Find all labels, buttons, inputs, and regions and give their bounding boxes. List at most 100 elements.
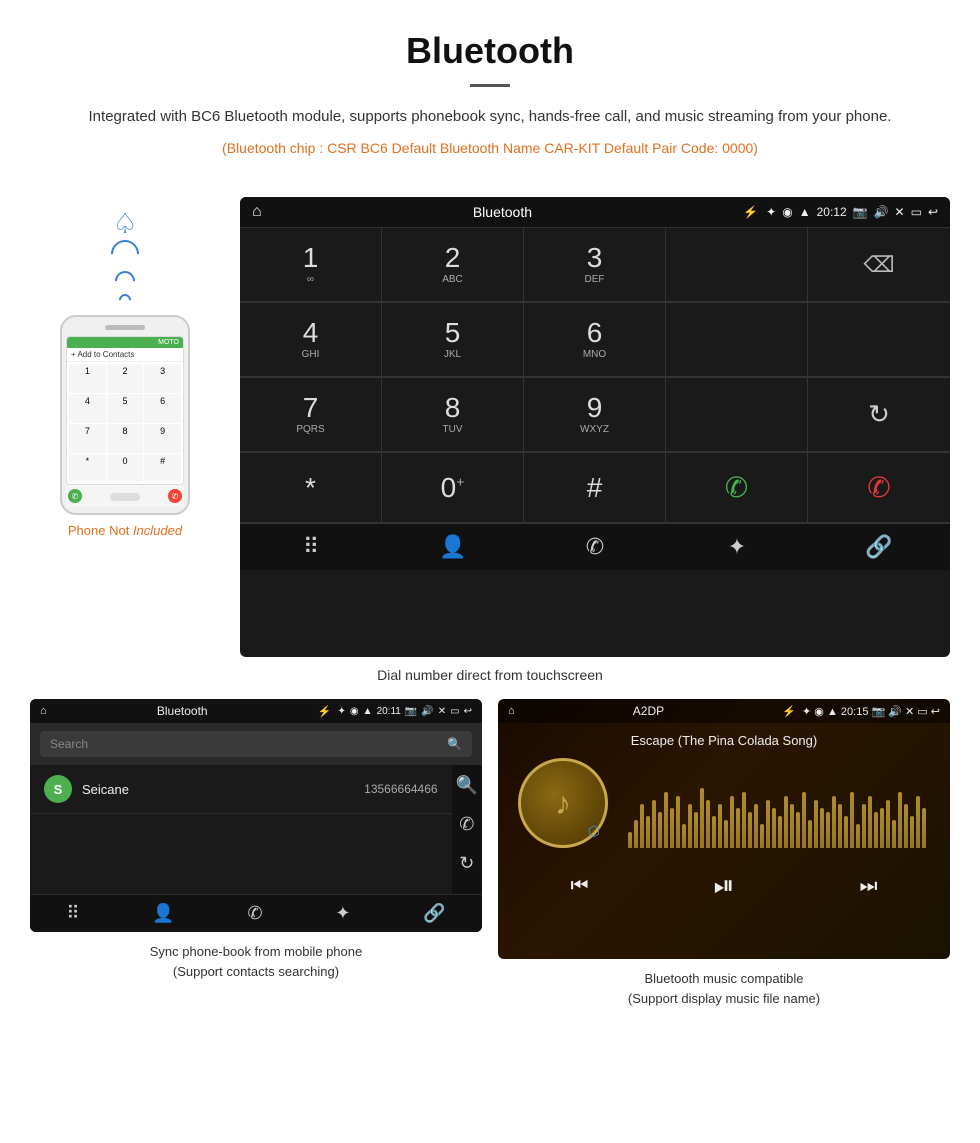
vis-bar xyxy=(844,816,848,848)
phone-key-0[interactable]: 0 xyxy=(107,454,144,483)
phone-key-8[interactable]: 8 xyxy=(107,424,144,453)
ms-home-icon[interactable]: ⌂ xyxy=(508,705,515,717)
phone-home-btn[interactable] xyxy=(110,493,140,501)
phone-key-2[interactable]: 2 xyxy=(107,364,144,393)
pb-nav-grid[interactable]: ⠿ xyxy=(66,903,79,924)
search-icon[interactable]: 🔍 xyxy=(447,737,462,751)
bt-status-icon: ✦ xyxy=(766,205,776,219)
vis-bar xyxy=(916,796,920,848)
nav-link-icon[interactable]: 🔗 xyxy=(859,534,899,560)
phone-call-btn[interactable]: ✆ xyxy=(68,489,82,503)
music-main: ♪ ⬡ xyxy=(508,758,940,848)
vis-bar xyxy=(904,804,908,848)
vis-bar xyxy=(766,800,770,848)
phone-word: Phone xyxy=(68,523,109,538)
dial-key-1[interactable]: 1∞ xyxy=(240,228,382,302)
dialpad-row-1: 1∞ 2ABC 3DEF ⌫ xyxy=(240,227,950,302)
vis-bar xyxy=(640,804,644,848)
phonebook-screen: ⌂ Bluetooth ⚡ ✦ ◉ ▲ 20:11 📷 🔊 ✕ ▭ ↩ xyxy=(30,699,482,932)
dial-key-3[interactable]: 3DEF xyxy=(524,228,666,302)
dialpad-container: 1∞ 2ABC 3DEF ⌫ 4GHI 5JKL xyxy=(240,227,950,523)
ms-back-icon[interactable]: ↩ xyxy=(931,706,940,718)
search-placeholder: Search xyxy=(50,737,447,751)
pb-phone-right-icon[interactable]: ✆ xyxy=(459,814,474,835)
vis-bar xyxy=(688,804,692,848)
phone-hangup-btn[interactable]: ✆ xyxy=(168,489,182,503)
ms-close-icon[interactable]: ✕ xyxy=(905,706,914,718)
vis-bar xyxy=(808,820,812,848)
pb-nav-person[interactable]: 👤 xyxy=(152,903,174,924)
phone-key-7[interactable]: 7 xyxy=(69,424,106,453)
phonebook-row-wrap: S Seicane 13566664466 🔍 ✆ ↻ xyxy=(30,765,482,894)
empty-space xyxy=(30,814,452,894)
header-divider xyxy=(470,84,510,87)
dial-key-8[interactable]: 8TUV xyxy=(382,378,524,452)
pb-home-icon[interactable]: ⌂ xyxy=(40,705,47,717)
next-track-btn[interactable]: ⏭ xyxy=(859,875,877,898)
nav-person-icon[interactable]: 👤 xyxy=(433,534,473,560)
dial-key-5[interactable]: 5JKL xyxy=(382,303,524,377)
dial-end[interactable]: ✆ xyxy=(808,453,950,523)
pb-nav-link[interactable]: 🔗 xyxy=(423,903,445,924)
pb-search-right-icon[interactable]: 🔍 xyxy=(456,775,478,796)
music-statusbar: ⌂ A2DP ⚡ ✦ ◉ ▲ 20:15 📷 🔊 ✕ ▭ ↩ xyxy=(498,699,950,723)
play-pause-btn[interactable]: ⏯ xyxy=(714,870,735,902)
pb-vol-icon: 🔊 xyxy=(421,706,433,717)
phone-key-hash[interactable]: # xyxy=(144,454,181,483)
camera-icon: 📷 xyxy=(853,205,868,219)
pb-refresh-right-icon[interactable]: ↻ xyxy=(459,853,474,874)
pb-close-icon[interactable]: ✕ xyxy=(438,706,446,717)
dial-refresh[interactable]: ↻ xyxy=(808,378,950,452)
phone-key-1[interactable]: 1 xyxy=(69,364,106,393)
music-bt-overlay-icon: ⬡ xyxy=(588,823,600,840)
prev-track-btn[interactable]: ⏮ xyxy=(571,875,589,898)
vis-bar xyxy=(814,800,818,848)
vis-bar xyxy=(742,792,746,848)
vis-bar xyxy=(874,812,878,848)
phone-key-4[interactable]: 4 xyxy=(69,394,106,423)
phone-key-6[interactable]: 6 xyxy=(144,394,181,423)
home-icon[interactable]: ⌂ xyxy=(252,203,262,221)
contact-row[interactable]: S Seicane 13566664466 xyxy=(30,765,452,814)
dial-call[interactable]: ✆ xyxy=(666,453,808,523)
car-statusbar: ⌂ Bluetooth ⚡ ✦ ◉ ▲ 20:12 📷 🔊 ✕ ▭ ↩ xyxy=(240,197,950,227)
dial-caption: Dial number direct from touchscreen xyxy=(0,657,980,699)
vis-bar xyxy=(754,804,758,848)
music-note-icon: ♪ xyxy=(555,785,571,822)
vis-bar xyxy=(802,792,806,848)
vis-bar xyxy=(694,812,698,848)
dial-key-2[interactable]: 2ABC xyxy=(382,228,524,302)
music-caption: Bluetooth music compatible(Support displ… xyxy=(628,969,820,1008)
bluetooth-icon: ♤ xyxy=(112,207,137,240)
dialpad-row-2: 4GHI 5JKL 6MNO xyxy=(240,302,950,377)
phonebook-statusbar: ⌂ Bluetooth ⚡ ✦ ◉ ▲ 20:11 📷 🔊 ✕ ▭ ↩ xyxy=(30,699,482,723)
signal-arcs xyxy=(111,240,139,306)
dial-key-4[interactable]: 4GHI xyxy=(240,303,382,377)
dial-key-hash[interactable]: # xyxy=(524,453,666,523)
pb-nav-phone[interactable]: ✆ xyxy=(247,903,262,924)
search-bar[interactable]: Search 🔍 xyxy=(40,731,472,757)
back-icon[interactable]: ↩ xyxy=(928,205,938,219)
dial-backspace[interactable]: ⌫ xyxy=(808,228,950,302)
pb-nav-bt[interactable]: ✦ xyxy=(335,903,350,924)
pb-signal-icon: ▲ xyxy=(363,706,373,717)
dial-key-9[interactable]: 9WXYZ xyxy=(524,378,666,452)
dial-key-star[interactable]: * xyxy=(240,453,382,523)
phone-key-5[interactable]: 5 xyxy=(107,394,144,423)
nav-grid-icon[interactable]: ⠿ xyxy=(291,534,331,560)
phone-key-9[interactable]: 9 xyxy=(144,424,181,453)
pb-back-icon[interactable]: ↩ xyxy=(464,706,472,717)
pb-screen-title: Bluetooth xyxy=(53,704,312,718)
vis-bar xyxy=(730,796,734,848)
dial-key-0[interactable]: 0+ xyxy=(382,453,524,523)
dial-key-6[interactable]: 6MNO xyxy=(524,303,666,377)
nav-bluetooth-icon[interactable]: ✦ xyxy=(717,534,757,560)
phone-key-star[interactable]: * xyxy=(69,454,106,483)
page-title: Bluetooth xyxy=(60,30,920,72)
nav-phone-icon[interactable]: ✆ xyxy=(575,534,615,560)
close-icon[interactable]: ✕ xyxy=(895,205,905,219)
ms-vol-icon: 🔊 xyxy=(888,706,902,718)
phone-key-3[interactable]: 3 xyxy=(144,364,181,393)
vis-bar xyxy=(646,816,650,848)
dial-key-7[interactable]: 7PQRS xyxy=(240,378,382,452)
